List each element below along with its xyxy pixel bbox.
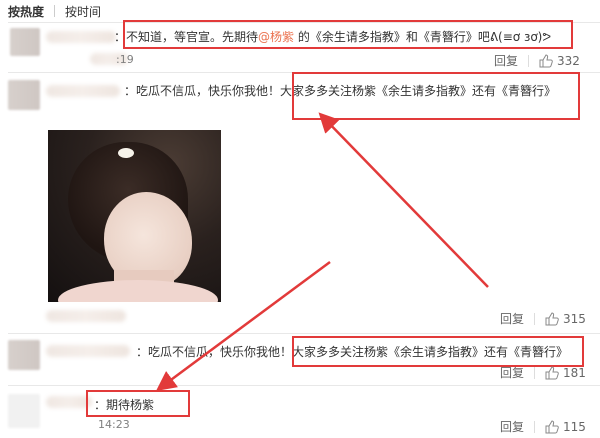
username-blurred[interactable] [46, 85, 120, 97]
highlighted-text: 大家多多关注杨紫《余生请多指教》还有《青簪行》 [280, 84, 557, 98]
like-count: 181 [563, 365, 586, 380]
comment-text-2: ：吃瓜不信瓜，快乐你我他！大家多多关注杨紫《余生请多指教》还有《青簪行》 [124, 84, 557, 98]
reply-button[interactable]: 回复 [500, 418, 524, 435]
avatar[interactable] [8, 80, 40, 110]
avatar[interactable] [10, 28, 40, 56]
thumbs-up-icon [539, 53, 553, 67]
username-blurred[interactable] [46, 396, 92, 408]
action-divider [534, 312, 536, 325]
username-blurred[interactable] [46, 31, 116, 43]
thumbs-up-icon [545, 365, 559, 379]
action-divider [534, 366, 536, 379]
comment-text-4: ：期待杨紫 [94, 398, 155, 412]
highlighted-text: 大家多多关注杨紫《余生请多指教》还有《青簪行》 [292, 345, 569, 359]
avatar[interactable] [8, 340, 40, 370]
like-button[interactable]: 181 [545, 366, 586, 380]
divider [8, 333, 600, 334]
comment-text-1: ：不知道，等官宣。先期待@杨紫 的《余生请多指教》和《青簪行》吧ᕕ(≡ơ ɜơ)… [114, 30, 552, 44]
comment-actions: 回复 181 [500, 364, 586, 381]
tab-hot[interactable]: 按热度 [8, 3, 44, 20]
timestamp-blurred [46, 310, 126, 322]
comment-text-3: ：吃瓜不信瓜，快乐你我他！大家多多关注杨紫《余生请多指教》还有《青簪行》 [136, 345, 569, 359]
action-divider [534, 420, 536, 433]
comment-actions: 回复 315 [500, 310, 586, 327]
reply-button[interactable]: 回复 [500, 364, 524, 381]
tab-divider [54, 5, 56, 17]
like-count: 315 [563, 311, 586, 326]
divider [8, 385, 600, 386]
divider [8, 22, 600, 23]
thumbs-up-icon [545, 419, 559, 433]
username-blurred[interactable] [46, 345, 130, 357]
like-count: 332 [557, 53, 580, 68]
timestamp: 14:23 [98, 418, 130, 431]
timestamp: :19 [116, 53, 134, 66]
avatar[interactable] [8, 394, 40, 428]
like-count: 115 [563, 419, 586, 434]
like-button[interactable]: 315 [545, 312, 586, 326]
sort-tabs: 按热度 按时间 [0, 0, 600, 22]
like-button[interactable]: 332 [539, 54, 580, 68]
comment-actions: 回复 115 [500, 418, 586, 435]
thumbs-up-icon [545, 311, 559, 325]
reply-button[interactable]: 回复 [500, 310, 524, 327]
comment-actions: 回复 332 [494, 52, 580, 69]
comment-photo[interactable] [48, 130, 221, 302]
mention-link[interactable]: @杨紫 [258, 30, 294, 44]
action-divider [528, 54, 530, 67]
like-button[interactable]: 115 [545, 420, 586, 434]
arrow-to-comment-2 [318, 112, 489, 288]
tab-time[interactable]: 按时间 [65, 3, 101, 20]
reply-button[interactable]: 回复 [494, 52, 518, 69]
divider [8, 72, 600, 73]
